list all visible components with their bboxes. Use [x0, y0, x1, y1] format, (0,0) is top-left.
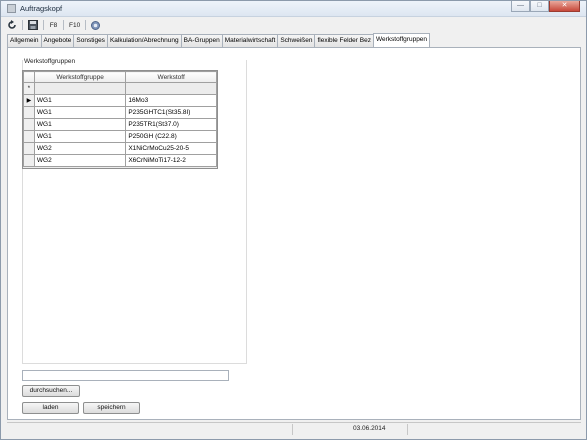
row-header-corner [23, 71, 35, 83]
grid-cell-werkstoffgruppe[interactable]: WG1 [33, 106, 127, 119]
load-button[interactable]: laden [22, 402, 79, 414]
maximize-button[interactable]: □ [530, 1, 549, 12]
status-separator [407, 424, 408, 435]
tab-sonstiges[interactable]: Sonstiges [73, 34, 107, 47]
row-header[interactable] [23, 154, 35, 167]
file-path-input[interactable] [22, 370, 229, 381]
toolbar-separator [43, 20, 44, 30]
minimize-button[interactable]: — [511, 1, 530, 12]
tab-ba-gruppen[interactable]: BA-Gruppen [180, 34, 222, 47]
new-row-marker: * [23, 82, 35, 95]
title-bar[interactable]: Auftragskopf — □ ✕ [1, 1, 586, 17]
help-button[interactable] [89, 19, 102, 32]
row-header[interactable] [23, 118, 35, 131]
save-mapping-button[interactable]: speichern [83, 402, 140, 414]
table-row[interactable]: WG1 P235TR1(St37.0) [23, 118, 217, 131]
save-icon [28, 20, 38, 30]
table-row[interactable]: ▶ WG1 16Mo3 [23, 94, 217, 107]
grid-cell-werkstoffgruppe[interactable]: WG2 [33, 154, 127, 167]
grid-cell-werkstoffgruppe[interactable]: WG1 [33, 130, 127, 143]
save-button[interactable] [26, 19, 40, 32]
refresh-icon [8, 20, 16, 29]
grid-cell-werkstoffgruppe[interactable] [33, 82, 127, 95]
grid-cell-werkstoff[interactable]: X6CrNiMoTi17-12-2 [125, 154, 217, 167]
tab-kalkulation-abrechnung[interactable]: Kalkulation/Abrechnung [106, 34, 181, 47]
toolbar-separator [63, 20, 64, 30]
table-row[interactable]: WG2 X1NiCrMoCu25-20-5 [23, 142, 217, 155]
f10-button[interactable]: F10 [67, 19, 82, 32]
grid-header-row: Werkstoffgruppe Werkstoff [23, 71, 217, 83]
table-row[interactable]: WG1 P250GH (C22.8) [23, 130, 217, 143]
table-row[interactable]: WG2 X6CrNiMoTi17-12-2 [23, 154, 217, 167]
browse-button[interactable]: durchsuchen... [22, 385, 80, 397]
window-title: Auftragskopf [20, 4, 63, 13]
grid-cell-werkstoff[interactable]: P235TR1(St37.0) [125, 118, 217, 131]
f8-button[interactable]: F8 [47, 19, 60, 32]
status-date: 03.06.2014 [353, 425, 386, 432]
grid-cell-werkstoffgruppe[interactable]: WG1 [33, 94, 127, 107]
close-button[interactable]: ✕ [549, 1, 580, 12]
column-header-werkstoff[interactable]: Werkstoff [125, 71, 217, 83]
current-row-marker: ▶ [23, 94, 35, 107]
grid-cell-werkstoff[interactable]: P250GH (C22.8) [125, 130, 217, 143]
tab-angebote[interactable]: Angebote [40, 34, 74, 47]
row-header[interactable] [23, 142, 35, 155]
row-header[interactable] [23, 130, 35, 143]
window-controls: — □ ✕ [511, 1, 580, 12]
column-header-werkstoffgruppe[interactable]: Werkstoffgruppe [33, 71, 127, 83]
grid-cell-werkstoff[interactable]: P235GHTC1(St35.8I) [125, 106, 217, 119]
grid-cell-werkstoffgruppe[interactable]: WG2 [33, 142, 127, 155]
grid-new-row[interactable]: * [23, 82, 217, 95]
tab-allgemein[interactable]: Allgemein [7, 34, 41, 47]
grid-cell-werkstoff[interactable] [125, 82, 217, 95]
row-header[interactable] [23, 106, 35, 119]
app-icon [7, 4, 16, 13]
help-icon [91, 20, 101, 30]
refresh-button[interactable] [5, 19, 19, 32]
toolbar-separator [85, 20, 87, 30]
tab-materialwirtschaft[interactable]: Materialwirtschaft [221, 34, 278, 47]
tab-flexible-felder-bez[interactable]: flexible Felder Bez [314, 34, 373, 47]
toolbar: F8 F10 [5, 18, 102, 32]
table-row[interactable]: WG1 P235GHTC1(St35.8I) [23, 106, 217, 119]
section-title: Werkstoffgruppen [24, 58, 76, 65]
grid-cell-werkstoff[interactable]: X1NiCrMoCu25-20-5 [125, 142, 217, 155]
grid-cell-werkstoff[interactable]: 16Mo3 [125, 94, 217, 107]
toolbar-separator [22, 20, 23, 30]
tab-schweissen[interactable]: Schweißen [277, 34, 315, 47]
tab-strip: Allgemein Angebote Sonstiges Kalkulation… [7, 33, 431, 47]
status-bar: 03.06.2014 [7, 422, 581, 435]
status-separator [292, 424, 293, 435]
application-window: Auftragskopf — □ ✕ F8 F10 Allgemein Ange… [0, 0, 587, 440]
tab-werkstoffgruppen[interactable]: Werkstoffgruppen [372, 33, 431, 47]
grid-cell-werkstoffgruppe[interactable]: WG1 [33, 118, 127, 131]
werkstoffgruppen-grid[interactable]: Werkstoffgruppe Werkstoff * ▶ WG1 16Mo3 … [22, 70, 218, 169]
